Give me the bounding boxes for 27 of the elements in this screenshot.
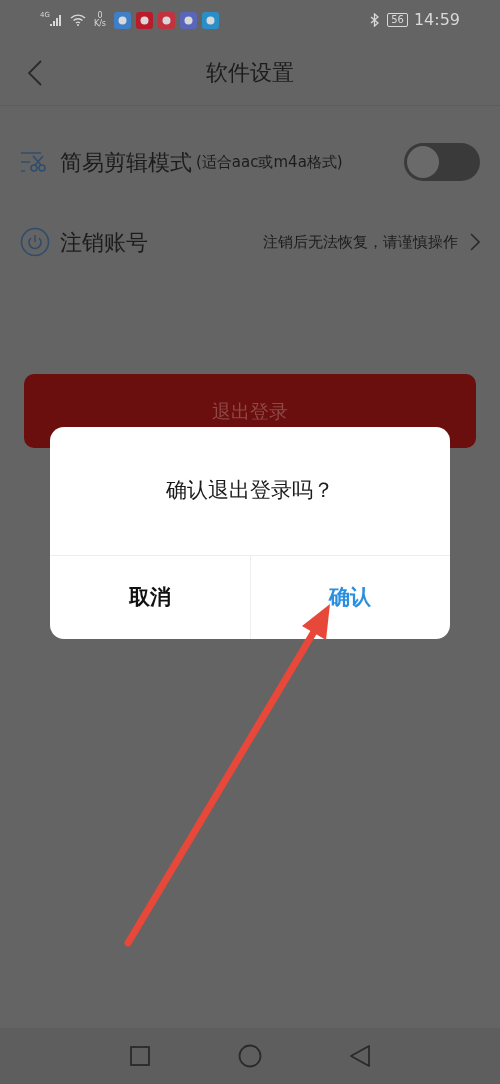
- speed-value: 0: [97, 12, 103, 20]
- setting-label: 简易剪辑模式: [60, 148, 192, 177]
- speed-unit: K/s: [93, 20, 106, 28]
- app-icon: [136, 11, 153, 29]
- wifi-icon: [69, 14, 86, 26]
- recent-apps-icon[interactable]: [130, 1046, 150, 1066]
- setting-note: 注销后无法恢复，请谨慎操作: [263, 231, 458, 253]
- app-icon: [202, 11, 219, 29]
- signal-icon: [49, 14, 62, 26]
- power-icon: [20, 227, 50, 257]
- status-time: 14:59: [413, 9, 460, 31]
- scissors-icon: [20, 151, 46, 173]
- page-title: 软件设置: [206, 59, 294, 87]
- app-icon: [158, 11, 175, 29]
- chevron-right-icon[interactable]: [470, 233, 480, 251]
- cancel-button[interactable]: 取消: [50, 556, 250, 639]
- home-icon[interactable]: [238, 1044, 262, 1068]
- back-icon[interactable]: [28, 59, 42, 86]
- dialog-message: 确认退出登录吗？: [166, 477, 334, 505]
- setting-note: (适合aac或m4a格式): [196, 151, 343, 173]
- setting-label: 注销账号: [60, 228, 148, 257]
- app-icon: [180, 11, 197, 29]
- bluetooth-icon: [370, 13, 380, 27]
- battery-icon: 56: [387, 13, 408, 27]
- back-nav-icon[interactable]: [350, 1045, 370, 1067]
- app-icon: [114, 11, 131, 29]
- toggle-switch[interactable]: [404, 143, 480, 181]
